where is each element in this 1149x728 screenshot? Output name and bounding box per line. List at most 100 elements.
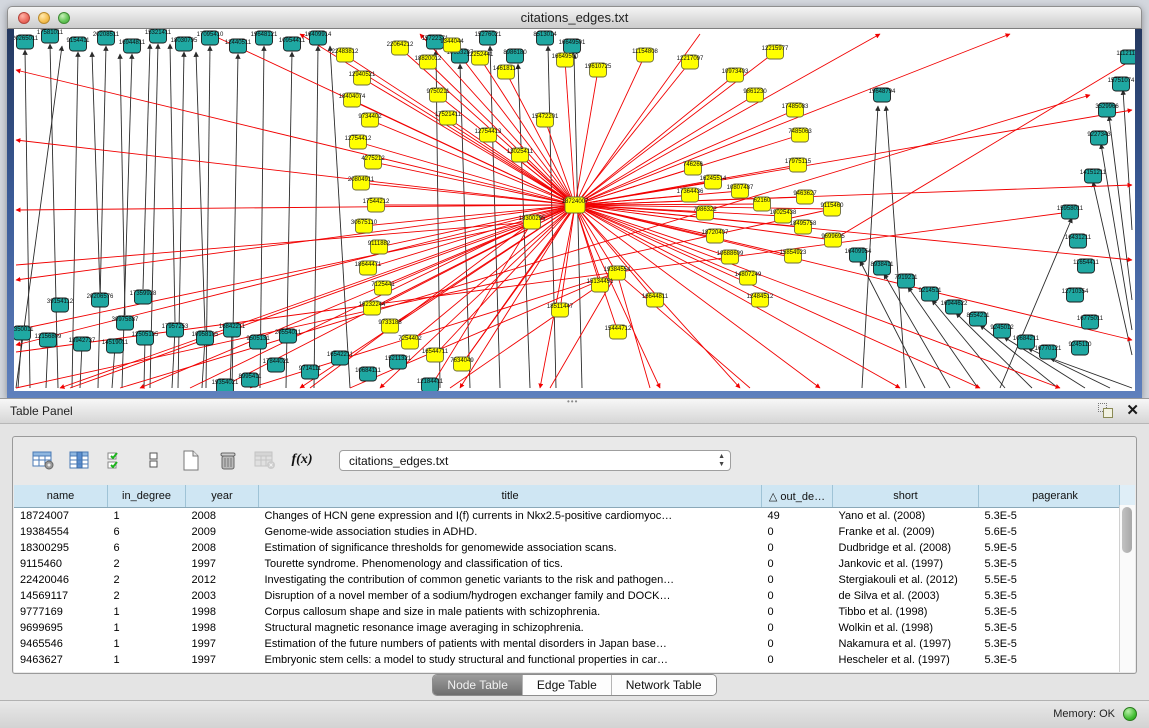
table-cell[interactable]: 0 [762,556,833,572]
graph-edge-black[interactable] [178,52,184,388]
table-cell[interactable]: 0 [762,540,833,556]
graph-edge-red[interactable] [565,60,575,205]
table-cell[interactable]: 2008 [186,508,259,525]
table-row[interactable]: 946362711997Embryonic stem cells: a mode… [14,652,1132,668]
table-cell[interactable]: Genome-wide association studies in ADHD. [259,524,762,540]
graph-edge-red[interactable] [373,162,575,205]
table-cell[interactable]: 9465546 [14,636,108,652]
graph-edge-red[interactable] [575,70,598,205]
table-cell[interactable]: 19384554 [14,524,108,540]
tab-network-table[interactable]: Network Table [612,675,716,695]
column-header-1[interactable]: in_degree [108,485,186,508]
column-header-4[interactable]: △ out_de… [762,485,833,508]
graph-edge-red[interactable] [16,222,532,265]
graph-edge-black[interactable] [232,54,238,388]
close-panel-icon[interactable]: ✕ [1126,403,1139,418]
delete-table-button[interactable] [253,448,277,472]
graph-edge-black[interactable] [143,44,150,289]
table-cell[interactable]: 0 [762,572,833,588]
column-header-3[interactable]: title [259,485,762,508]
table-cell[interactable]: 0 [762,588,833,604]
graph-edge-black[interactable] [1109,116,1132,300]
table-cell[interactable]: 2 [108,556,186,572]
graph-edge-black[interactable] [1050,358,1132,388]
table-cell[interactable]: Hescheler et al. (1997) [833,652,979,668]
table-cell[interactable]: 2009 [186,524,259,540]
graph-edge-black[interactable] [170,44,175,322]
graph-edge-red[interactable] [16,222,532,330]
network-canvas[interactable]: 2026501117581011915441120208511169448111… [14,29,1135,391]
table-cell[interactable]: 0 [762,620,833,636]
scrollbar-thumb[interactable] [1122,507,1132,553]
table-cell[interactable]: Changes of HCN gene expression and I(f) … [259,508,762,525]
table-cell[interactable]: Dudbridge et al. (2008) [833,540,979,556]
table-cell[interactable]: Estimation of significance thresholds fo… [259,540,762,556]
graph-edge-black[interactable] [314,46,318,388]
table-cell[interactable]: 1998 [186,604,259,620]
column-header-6[interactable]: pagerank [979,485,1132,508]
graph-edge-black[interactable] [1093,182,1132,355]
table-row[interactable]: 1830029562008Estimation of significance … [14,540,1132,556]
window-titlebar[interactable]: citations_edges.txt [7,6,1142,29]
table-row[interactable]: 2242004622012Investigating the contribut… [14,572,1132,588]
table-row[interactable]: 969969511998Structural magnetic resonanc… [14,620,1132,636]
table-cell[interactable]: 0 [762,636,833,652]
table-cell[interactable]: Embryonic stem cells: a model to study s… [259,652,762,668]
table-cell[interactable]: Tibbo et al. (1998) [833,604,979,620]
table-cell[interactable]: Disruption of a novel member of a sodium… [259,588,762,604]
delete-row-button[interactable] [216,448,240,472]
table-row[interactable]: 1938455462009Genome-wide association stu… [14,524,1132,540]
column-header-0[interactable]: name [14,485,108,508]
table-cell[interactable]: 0 [762,652,833,668]
table-cell[interactable]: 5.5E-5 [979,572,1132,588]
table-cell[interactable]: Tourette syndrome. Phenomenology and cla… [259,556,762,572]
graph-edge-black[interactable] [120,54,125,315]
graph-edge-black[interactable] [196,52,205,330]
table-row[interactable]: 911546021997Tourette syndrome. Phenomeno… [14,556,1132,572]
table-cell[interactable]: 5.3E-5 [979,620,1132,636]
table-cell[interactable]: Estimation of the future numbers of pati… [259,636,762,652]
table-cell[interactable]: 9463627 [14,652,108,668]
table-settings-button[interactable] [31,448,55,472]
row-height-button[interactable] [142,448,166,472]
table-row[interactable]: 946554611997Estimation of the future num… [14,636,1132,652]
graph-edge-red[interactable] [617,273,750,388]
table-cell[interactable]: Investigating the contribution of common… [259,572,762,588]
table-cell[interactable]: 1 [108,636,186,652]
graph-edge-red[interactable] [448,118,575,205]
table-cell[interactable]: 14569117 [14,588,108,604]
graph-edge-red[interactable] [379,205,575,247]
graph-edge-red[interactable] [16,205,575,280]
graph-edge-red[interactable] [545,120,575,205]
table-cell[interactable]: 1998 [186,620,259,636]
memory-ok-indicator[interactable] [1123,707,1137,721]
table-cell[interactable]: 18300295 [14,540,108,556]
table-cell[interactable]: 5.9E-5 [979,540,1132,556]
graph-edge-black[interactable] [98,46,106,388]
table-cell[interactable]: 1 [108,620,186,636]
table-selector-combobox[interactable]: citations_edges.txt ▲▼ [339,450,731,471]
table-cell[interactable]: Corpus callosum shape and size in male p… [259,604,762,620]
table-cell[interactable]: Nakamura et al. (1997) [833,636,979,652]
table-cell[interactable]: Franke et al. (2009) [833,524,979,540]
graph-edge-black[interactable] [490,46,500,388]
graph-edge-red[interactable] [16,205,575,210]
table-cell[interactable]: 1997 [186,652,259,668]
table-cell[interactable]: 49 [762,508,833,525]
table-row[interactable]: 1872400712008Changes of HCN gene express… [14,508,1132,525]
graph-edge-black[interactable] [92,52,100,292]
table-cell[interactable]: 1997 [186,636,259,652]
tab-node-table[interactable]: Node Table [433,675,523,695]
graph-edge-black[interactable] [172,330,175,388]
table-cell[interactable]: 5.6E-5 [979,524,1132,540]
table-cell[interactable]: 5.3E-5 [979,508,1132,525]
table-cell[interactable]: 5.3E-5 [979,556,1132,572]
table-cell[interactable]: 5.3E-5 [979,636,1132,652]
table-cell[interactable]: 5.3E-5 [979,604,1132,620]
graph-edge-red[interactable] [833,60,1132,240]
float-panel-icon[interactable] [1098,403,1113,418]
table-cell[interactable]: 1 [108,508,186,525]
table-cell[interactable]: 2012 [186,572,259,588]
column-header-5[interactable]: short [833,485,979,508]
tab-edge-table[interactable]: Edge Table [523,675,612,695]
